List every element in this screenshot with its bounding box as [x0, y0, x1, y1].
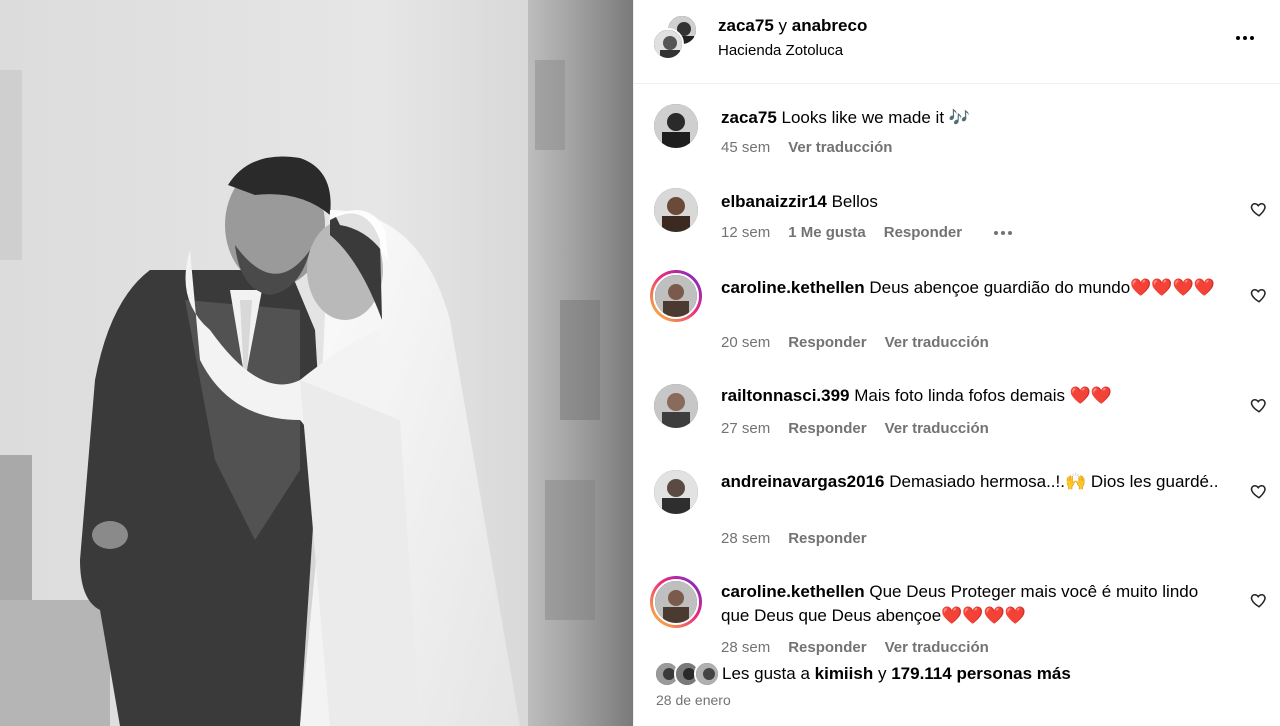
comment-text: elbanaizzir14 Bellos	[721, 190, 1221, 214]
comment-username[interactable]: caroline.kethellen	[721, 278, 865, 297]
post-details-panel: zaca75 y anabreco Hacienda Zotoluca zaca…	[633, 0, 1280, 726]
reply-button[interactable]: Responder	[788, 420, 866, 437]
comment-time[interactable]: 28 sem	[721, 639, 770, 656]
author-conjunction: y	[778, 16, 788, 35]
like-comment-button[interactable]	[1250, 482, 1268, 500]
heart-outline-icon	[1250, 593, 1266, 608]
comment-text: caroline.kethellen Que Deus Proteger mai…	[721, 580, 1221, 628]
comment-username[interactable]: railtonnasci.399	[721, 386, 850, 405]
comment-meta: 20 sem Responder Ver traducción	[721, 334, 989, 351]
translate-button[interactable]: Ver traducción	[885, 334, 989, 351]
comment-username[interactable]: caroline.kethellen	[721, 582, 865, 601]
translate-button[interactable]: Ver traducción	[885, 639, 989, 656]
comment-username[interactable]: andreinavargas2016	[721, 472, 885, 491]
reply-button[interactable]: Responder	[884, 224, 962, 241]
comment-meta: 28 sem Responder	[721, 530, 867, 547]
comment-time[interactable]: 28 sem	[721, 530, 770, 547]
heart-outline-icon	[1250, 202, 1266, 217]
location-link[interactable]: Hacienda Zotoluca	[718, 42, 843, 59]
author-link[interactable]: anabreco	[792, 16, 868, 35]
post-date[interactable]: 28 de enero	[656, 692, 731, 708]
comment-username[interactable]: elbanaizzir14	[721, 192, 827, 211]
comment-time[interactable]: 20 sem	[721, 334, 770, 351]
reply-button[interactable]: Responder	[788, 639, 866, 656]
more-horizontal-icon	[1236, 36, 1254, 40]
comment-content: Demasiado hermosa..!.🙌 Dios les guardé..	[889, 472, 1219, 491]
heart-outline-icon	[1250, 484, 1266, 499]
comment-text: andreinavargas2016 Demasiado hermosa..!.…	[721, 470, 1221, 494]
author-link[interactable]: zaca75	[718, 16, 774, 35]
like-comment-button[interactable]	[1250, 396, 1268, 414]
heart-outline-icon	[1250, 288, 1266, 303]
post-authors: zaca75 y anabreco	[718, 16, 867, 36]
comment-username[interactable]: zaca75	[721, 108, 777, 127]
comment-text: zaca75 Looks like we made it 🎶	[721, 106, 1221, 130]
reply-button[interactable]: Responder	[788, 334, 866, 351]
avatar-story-ring[interactable]	[650, 270, 702, 322]
comment-content: Looks like we made it 🎶	[781, 108, 970, 127]
comment-likes-count[interactable]: 1 Me gusta	[788, 224, 866, 241]
collab-avatars[interactable]	[652, 14, 700, 62]
avatar[interactable]	[654, 384, 698, 428]
comment-time[interactable]: 27 sem	[721, 420, 770, 437]
like-comment-button[interactable]	[1250, 200, 1268, 218]
post-photo[interactable]	[0, 0, 633, 726]
reply-button[interactable]: Responder	[788, 530, 866, 547]
likes-count-link[interactable]: 179.114 personas más	[891, 664, 1071, 683]
comment-text: caroline.kethellen Deus abençoe guardião…	[721, 276, 1221, 300]
comment-content: Bellos	[831, 192, 878, 211]
avatar-story-ring[interactable]	[650, 576, 702, 628]
avatar[interactable]	[654, 470, 698, 514]
comment-meta: 12 sem 1 Me gusta Responder	[721, 224, 1013, 241]
likes-text: Les gusta a kimiish y 179.114 personas m…	[722, 664, 1071, 684]
avatar[interactable]	[694, 661, 720, 687]
more-options-button[interactable]	[1231, 26, 1259, 50]
comment-options-icon[interactable]	[994, 230, 1013, 235]
comment-meta: 45 sem Ver traducción	[721, 139, 892, 156]
likes-summary: Les gusta a kimiish y 179.114 personas m…	[654, 660, 1071, 688]
like-comment-button[interactable]	[1250, 591, 1268, 609]
liker-username-link[interactable]: kimiish	[815, 664, 874, 683]
likes-conjunction: y	[877, 664, 887, 683]
comment-text: railtonnasci.399 Mais foto linda fofos d…	[721, 384, 1221, 408]
liker-avatars[interactable]	[654, 661, 720, 687]
comment-meta: 27 sem Responder Ver traducción	[721, 420, 989, 437]
avatar[interactable]	[654, 104, 698, 148]
translate-button[interactable]: Ver traducción	[885, 420, 989, 437]
post-header: zaca75 y anabreco Hacienda Zotoluca	[634, 0, 1280, 84]
like-comment-button[interactable]	[1250, 286, 1268, 304]
heart-outline-icon	[1250, 398, 1266, 413]
comment-time[interactable]: 45 sem	[721, 139, 770, 156]
comment-time[interactable]: 12 sem	[721, 224, 770, 241]
comment-content: Deus abençoe guardião do mundo❤️❤️❤️❤️	[869, 278, 1215, 297]
comment-content: Mais foto linda fofos demais ❤️❤️	[854, 386, 1113, 405]
avatar[interactable]	[652, 28, 684, 60]
avatar[interactable]	[654, 188, 698, 232]
likes-prefix: Les gusta a	[722, 664, 810, 683]
translate-button[interactable]: Ver traducción	[788, 139, 892, 156]
comment-meta: 28 sem Responder Ver traducción	[721, 639, 989, 656]
